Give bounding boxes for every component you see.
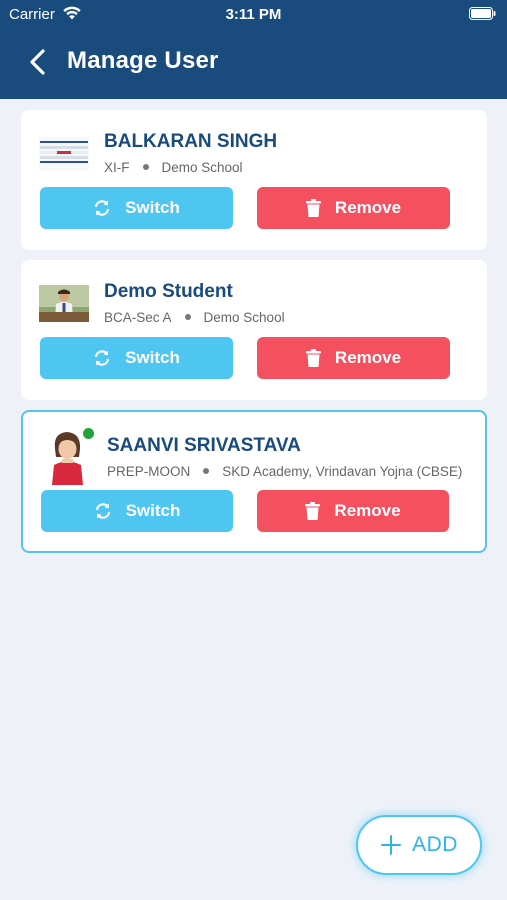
switch-label: Switch <box>125 198 180 217</box>
user-meta: PREP-MOON SKD Academy, Vrindavan Yojna (C… <box>107 464 462 479</box>
switch-button[interactable]: Switch <box>40 187 233 229</box>
sync-icon <box>94 200 110 216</box>
sync-icon <box>94 350 110 366</box>
user-meta: BCA-Sec A Demo School <box>104 310 285 325</box>
remove-label: Remove <box>334 501 401 520</box>
user-school: Demo School <box>203 310 285 325</box>
separator-dot <box>142 164 149 171</box>
add-label: ADD <box>412 833 458 856</box>
user-card-balkaran-singh: BALKARAN SINGH XI-F Demo School Switch Re… <box>21 110 487 250</box>
sync-icon <box>95 503 110 519</box>
status-bar: Carrier 3:11 PM <box>0 0 507 28</box>
clock: 3:11 PM <box>225 6 282 23</box>
user-name: BALKARAN SINGH <box>104 131 278 152</box>
trash-icon <box>305 502 321 520</box>
switch-label: Switch <box>125 501 181 520</box>
switch-button[interactable]: Switch <box>41 490 233 532</box>
back-arrow-icon[interactable] <box>27 48 49 76</box>
user-avatar <box>39 285 89 322</box>
trash-icon <box>305 199 321 217</box>
add-user-button[interactable]: ADD <box>356 815 482 875</box>
separator-dot <box>203 468 210 475</box>
switch-button[interactable]: Switch <box>40 337 233 379</box>
user-meta: XI-F Demo School <box>104 160 243 175</box>
remove-label: Remove <box>334 198 402 217</box>
user-avatar <box>39 137 89 171</box>
switch-label: Switch <box>125 348 180 367</box>
remove-label: Remove <box>334 348 402 367</box>
user-class: XI-F <box>104 160 130 175</box>
user-name: Demo Student <box>104 281 233 302</box>
page-title: Manage User <box>67 47 219 74</box>
plus-icon <box>381 835 402 855</box>
separator-dot <box>184 314 191 321</box>
user-class: PREP-MOON <box>107 464 191 479</box>
remove-button[interactable]: Remove <box>257 337 450 379</box>
user-school: SKD Academy, Vrindavan Yojna (CBSE) <box>222 464 463 479</box>
user-school: Demo School <box>161 160 243 175</box>
remove-button[interactable]: Remove <box>257 490 449 532</box>
battery-icon <box>469 7 496 20</box>
user-card-demo-student: Demo Student BCA-Sec A Demo School Switch… <box>21 260 487 400</box>
user-card-saanvi-srivastava: SAANVI SRIVASTAVA PREP-MOON SKD Academy, … <box>21 410 487 553</box>
remove-button[interactable]: Remove <box>257 187 450 229</box>
app-header: Carrier 3:11 PM Manage User <box>0 0 507 99</box>
user-name: SAANVI SRIVASTAVA <box>107 435 301 456</box>
trash-icon <box>305 349 321 367</box>
online-status-dot <box>81 426 96 441</box>
user-class: BCA-Sec A <box>104 310 172 325</box>
